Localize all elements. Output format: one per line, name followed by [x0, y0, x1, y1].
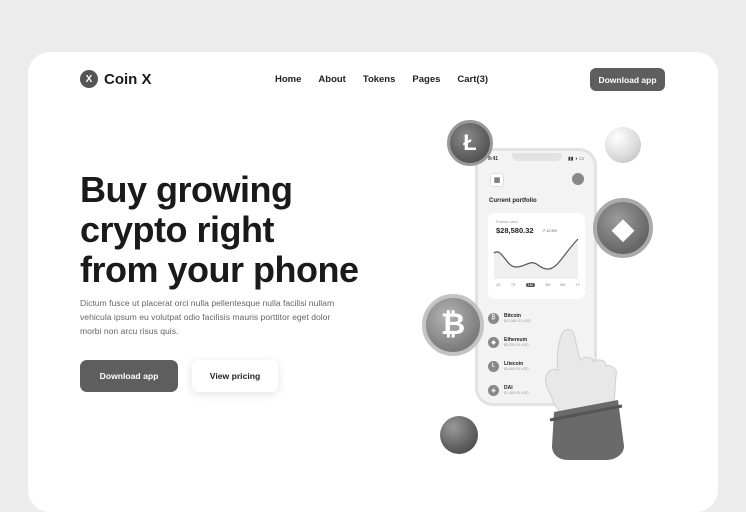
asset-amount: $5,250.00 USD	[504, 343, 529, 347]
bitcoin-icon: ₿	[488, 312, 499, 324]
portfolio-line-chart	[493, 238, 579, 279]
app-menu-icon: ▦	[490, 173, 504, 187]
view-pricing-button[interactable]: View pricing	[192, 360, 278, 392]
phone-time: 9:41	[488, 156, 499, 162]
range-tab-6m: 6M	[560, 283, 566, 287]
logo-mark-icon: X	[80, 70, 98, 88]
hero-title-line-1: Buy growing	[80, 169, 293, 210]
range-tab-7d: 7D	[510, 283, 516, 287]
bitcoin-coin-icon: ₿	[422, 294, 484, 356]
logo[interactable]: X Coin X	[80, 70, 152, 88]
portfolio-value: $28,580.32	[496, 226, 534, 235]
avatar	[572, 173, 584, 185]
range-tabs: 1D 7D 1M 3M 6M 1Y	[496, 283, 580, 287]
portfolio-section-title: Current portfolio	[489, 198, 537, 204]
litecoin-coin-icon: Ł	[447, 120, 493, 166]
nav-item-cart[interactable]: Cart(3)	[457, 74, 488, 85]
asset-amount: $3,800.00 USD	[504, 367, 529, 371]
ethereum-icon: ◆	[488, 336, 499, 348]
phone-status-icons: ▮▮ ◗ ▭	[567, 156, 584, 162]
logo-text: Coin X	[104, 70, 152, 88]
dai-icon: ◈	[488, 384, 499, 396]
phone-notch	[512, 153, 562, 161]
nav-item-about[interactable]: About	[318, 74, 345, 85]
hero-subtitle: Dictum fusce ut placerat orci nulla pell…	[80, 298, 335, 336]
portfolio-card: Portfolio value $28,580.32 ↗ 12.5% 1D 7D…	[488, 213, 585, 299]
portfolio-change: ↗ 12.5%	[542, 229, 558, 233]
hero-title-line-2: crypto right	[80, 209, 275, 250]
main-nav: Home About Tokens Pages Cart(3)	[275, 74, 488, 85]
decorative-sphere-dark	[440, 416, 478, 454]
header-download-button[interactable]: Download app	[590, 68, 665, 91]
asset-amount: $1,400.00 USD	[504, 391, 529, 395]
nav-item-home[interactable]: Home	[275, 74, 301, 85]
nav-item-pages[interactable]: Pages	[412, 74, 440, 85]
nav-item-tokens[interactable]: Tokens	[363, 74, 396, 85]
range-tab-1m: 1M	[525, 283, 535, 287]
range-tab-1y: 1Y	[575, 283, 580, 287]
hero-title: Buy growing crypto right from your phone	[80, 170, 359, 290]
ethereum-coin-icon: ◆	[593, 198, 653, 258]
pointing-hand-icon	[545, 329, 624, 460]
download-app-button[interactable]: Download app	[80, 360, 178, 392]
hero-title-line-3: from your phone	[80, 249, 359, 290]
decorative-sphere-light	[605, 127, 641, 163]
portfolio-label: Portfolio value	[496, 220, 519, 224]
range-tab-3m: 3M	[545, 283, 551, 287]
range-tab-1d: 1D	[496, 283, 501, 287]
asset-amount: $12,580.32 USD	[504, 319, 531, 323]
litecoin-icon: Ł	[488, 360, 499, 372]
